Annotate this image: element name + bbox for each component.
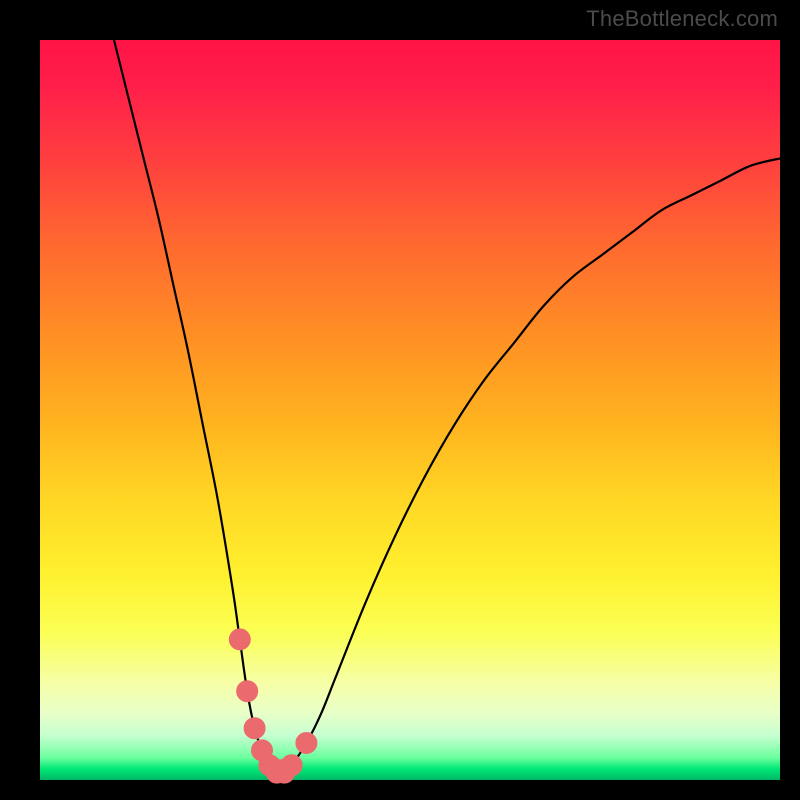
plot-area (40, 40, 780, 780)
valley-marker-dot (300, 737, 313, 750)
valley-markers (233, 633, 313, 779)
bottleneck-curve (114, 40, 780, 774)
valley-marker-dot (233, 633, 246, 646)
watermark-text: TheBottleneck.com (586, 6, 778, 32)
valley-marker-dot (248, 722, 261, 735)
chart-frame: TheBottleneck.com (0, 0, 800, 800)
bottleneck-curve-svg (40, 40, 780, 780)
valley-marker-dot (241, 685, 254, 698)
